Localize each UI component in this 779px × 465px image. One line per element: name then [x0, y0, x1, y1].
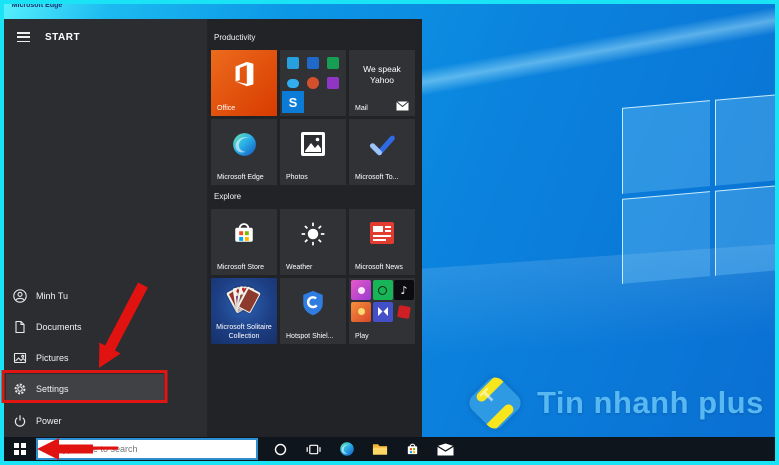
edge-taskbar-icon[interactable]	[330, 437, 363, 461]
tile-todo-label: Microsoft To...	[355, 174, 399, 181]
tile-mail[interactable]: We speak Yahoo Mail	[349, 50, 415, 116]
powerpoint-icon	[307, 77, 319, 89]
word-icon	[307, 57, 319, 69]
tile-microsoft-todo[interactable]: Microsoft To...	[349, 119, 415, 185]
photos-icon	[301, 132, 325, 156]
start-menu: START Minh Tu Documents Pictures Setting…	[4, 19, 422, 437]
tile-photos[interactable]: Photos	[280, 119, 346, 185]
weather-sun-icon	[301, 222, 325, 246]
start-menu-title: START	[45, 31, 81, 43]
tile-play[interactable]: ♪ Play	[349, 278, 415, 344]
store-icon	[235, 223, 253, 242]
sidebar-item-documents[interactable]: Documents	[4, 312, 204, 342]
power-icon	[14, 415, 26, 427]
todo-check-icon	[370, 135, 395, 156]
tile-edge-label: Microsoft Edge	[217, 174, 264, 181]
sidebar-item-settings-label: Settings	[36, 384, 69, 394]
tile-microsoft-edge[interactable]: Microsoft Edge	[211, 119, 277, 185]
desktop-icon-edge-label[interactable]: Microsoft Edge	[8, 4, 66, 11]
office-icon	[235, 61, 254, 87]
windows-logo-icon	[13, 442, 27, 456]
tile-office[interactable]: Office	[211, 50, 277, 116]
hotspot-shield-icon	[303, 290, 323, 316]
tile-office-apps-folder[interactable]: S	[280, 50, 346, 116]
screenshot-frame: Microsoft Edge T Tin nhanh plus START Mi…	[0, 0, 779, 465]
tile-hotspot-label: Hotspot Shiel...	[286, 333, 334, 340]
wallpaper-windows-logo	[622, 92, 775, 284]
cortana-icon[interactable]	[264, 437, 297, 461]
skype-icon: S	[282, 91, 304, 113]
sidebar-item-user[interactable]: Minh Tu	[4, 281, 204, 311]
file-explorer-icon[interactable]	[363, 437, 396, 461]
tile-play-label: Play	[355, 333, 369, 340]
mail-taskbar-icon[interactable]	[429, 437, 462, 461]
news-icon	[370, 222, 394, 244]
outlook-icon	[287, 57, 299, 69]
gear-icon	[14, 383, 26, 395]
picture-icon	[13, 352, 27, 364]
watermark-logo-icon: T	[465, 373, 525, 433]
bowtie-app-icon	[372, 301, 393, 322]
search-icon	[44, 444, 54, 454]
tile-news-label: Microsoft News	[355, 264, 403, 271]
playing-cards-icon: ♦ ♥	[214, 285, 274, 321]
tile-solitaire[interactable]: ♦ ♥ Microsoft Solitaire Collection	[211, 278, 277, 344]
task-view-icon[interactable]	[297, 437, 330, 461]
tiktok-icon: ♪	[394, 280, 414, 300]
tile-mail-label: Mail	[355, 105, 368, 112]
mail-live-content: We speak Yahoo	[363, 64, 401, 85]
tiles-area: Productivity Explore Office S We speak Y…	[211, 19, 422, 437]
section-productivity: Productivity	[214, 33, 256, 42]
sidebar-item-pictures-label: Pictures	[36, 353, 69, 363]
tile-weather[interactable]: Weather	[280, 209, 346, 275]
sidebar-item-power[interactable]: Power	[4, 406, 204, 436]
tile-weather-label: Weather	[286, 264, 313, 271]
tile-solitaire-label: Microsoft Solitaire Collection	[216, 324, 272, 340]
tile-microsoft-news[interactable]: Microsoft News	[349, 209, 415, 275]
tile-office-label: Office	[217, 105, 236, 112]
onenote-icon	[327, 77, 339, 89]
tile-photos-label: Photos	[286, 174, 308, 181]
onedrive-icon	[287, 79, 299, 88]
sidebar-item-power-label: Power	[36, 416, 62, 426]
tile-hotspot-shield[interactable]: Hotspot Shiel...	[280, 278, 346, 344]
taskbar	[4, 437, 775, 461]
sidebar-item-settings[interactable]: Settings	[4, 374, 204, 404]
mail-envelope-icon	[396, 101, 409, 111]
watermark: T Tin nhanh plus	[465, 373, 764, 433]
spotify-icon	[372, 280, 393, 300]
sidebar-item-pictures[interactable]: Pictures	[4, 343, 204, 373]
roblox-icon	[394, 302, 414, 322]
sidebar-item-documents-label: Documents	[36, 322, 82, 332]
watermark-text: Tin nhanh plus	[537, 385, 764, 420]
search-input[interactable]	[54, 444, 256, 454]
section-explore: Explore	[214, 192, 242, 201]
candy2-game-icon	[351, 301, 371, 322]
hamburger-menu-icon[interactable]	[14, 29, 33, 45]
start-button[interactable]	[4, 437, 36, 461]
tile-store-label: Microsoft Store	[217, 264, 265, 271]
tile-microsoft-store[interactable]: Microsoft Store	[211, 209, 277, 275]
document-icon	[15, 320, 25, 334]
store-taskbar-icon[interactable]	[396, 437, 429, 461]
taskbar-search[interactable]	[36, 438, 258, 460]
user-icon	[13, 289, 27, 303]
candy-game-icon	[351, 280, 371, 300]
edge-icon	[232, 133, 256, 156]
play-apps-icons: ♪	[351, 280, 414, 322]
sidebar-item-user-label: Minh Tu	[36, 291, 69, 301]
excel-icon	[327, 57, 339, 69]
office-apps-icons	[287, 57, 339, 89]
